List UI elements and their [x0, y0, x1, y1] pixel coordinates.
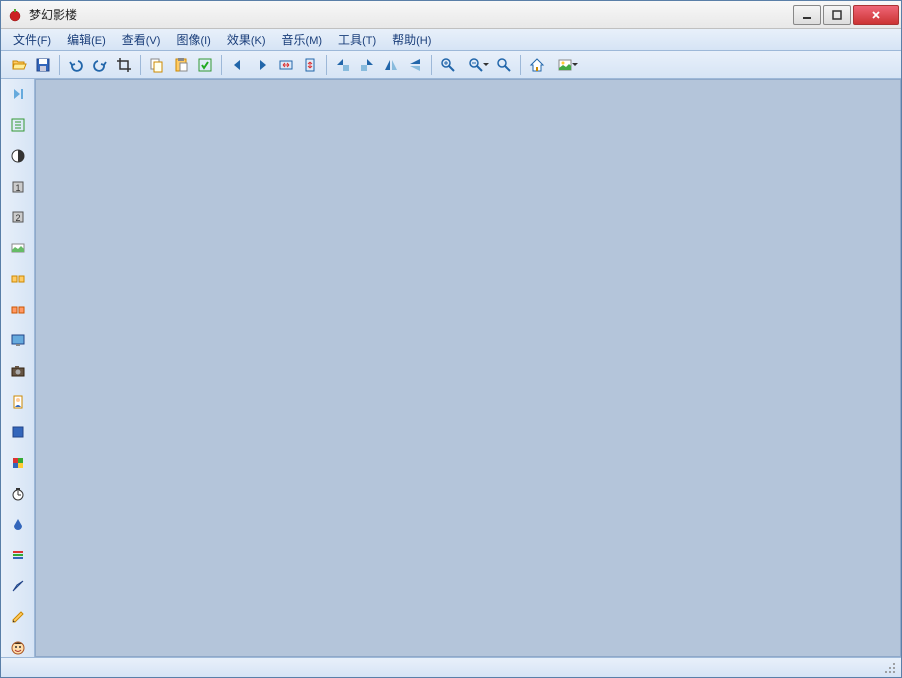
color-a-button[interactable] [8, 423, 28, 442]
forward-end-button[interactable] [8, 85, 28, 104]
color-b-button[interactable] [8, 454, 28, 473]
separator [140, 55, 141, 75]
separator [431, 55, 432, 75]
separator [221, 55, 222, 75]
apply-button[interactable] [194, 54, 216, 76]
hsplit-button[interactable] [8, 269, 28, 288]
menu-effect[interactable]: 效果(K) [219, 29, 274, 50]
canvas-area[interactable] [35, 79, 901, 657]
portrait-button[interactable] [8, 392, 28, 411]
feather-button[interactable] [8, 577, 28, 596]
menu-edit[interactable]: 编辑(E) [59, 29, 114, 50]
fit-width-button[interactable] [275, 54, 297, 76]
adjust-button[interactable] [8, 116, 28, 135]
menu-help[interactable]: 帮助(H) [384, 29, 439, 50]
drop-button[interactable] [8, 515, 28, 534]
rotate-left-button[interactable] [332, 54, 354, 76]
rotate-right-button[interactable] [356, 54, 378, 76]
camera-button[interactable] [8, 362, 28, 381]
open-button[interactable] [8, 54, 30, 76]
redo-button[interactable] [89, 54, 111, 76]
sidebar: 1 2 [1, 79, 35, 657]
menu-music[interactable]: 音乐(M) [274, 29, 331, 50]
separator [326, 55, 327, 75]
separator [520, 55, 521, 75]
workspace: 1 2 [1, 79, 901, 657]
face-button[interactable] [8, 638, 28, 657]
resize-grip-icon[interactable] [883, 661, 897, 675]
fit-height-button[interactable] [299, 54, 321, 76]
maximize-button[interactable] [823, 5, 851, 25]
copy-button[interactable] [146, 54, 168, 76]
timer-button[interactable] [8, 485, 28, 504]
menu-image[interactable]: 图像(I) [168, 29, 218, 50]
pencil-button[interactable] [8, 607, 28, 626]
flip-h-button[interactable] [380, 54, 402, 76]
svg-text:1: 1 [15, 183, 20, 193]
zoom-fit-button[interactable] [493, 54, 515, 76]
crop-button[interactable] [113, 54, 135, 76]
menu-view[interactable]: 查看(V) [114, 29, 169, 50]
menu-tools[interactable]: 工具(T) [330, 29, 384, 50]
minimize-button[interactable] [793, 5, 821, 25]
menu-bar: 文件(F) 编辑(E) 查看(V) 图像(I) 效果(K) 音乐(M) 工具(T… [1, 29, 901, 51]
window-title: 梦幻影楼 [29, 6, 791, 23]
close-button[interactable] [853, 5, 899, 25]
home-button[interactable] [526, 54, 548, 76]
flip-v-button[interactable] [404, 54, 426, 76]
toolbar [1, 51, 901, 79]
zoom-out-button[interactable] [461, 54, 491, 76]
title-bar: 梦幻影楼 [1, 1, 901, 29]
hsplit2-button[interactable] [8, 300, 28, 319]
status-bar [1, 657, 901, 677]
svg-text:2: 2 [15, 213, 20, 223]
separator [59, 55, 60, 75]
lines-button[interactable] [8, 546, 28, 565]
next-button[interactable] [251, 54, 273, 76]
zoom-in-button[interactable] [437, 54, 459, 76]
app-icon [7, 7, 23, 23]
contrast-button[interactable] [8, 146, 28, 165]
image-small-button[interactable] [8, 239, 28, 258]
one-button[interactable]: 1 [8, 177, 28, 196]
two-button[interactable]: 2 [8, 208, 28, 227]
picture-button[interactable] [550, 54, 580, 76]
paste-button[interactable] [170, 54, 192, 76]
screen-button[interactable] [8, 331, 28, 350]
menu-file[interactable]: 文件(F) [5, 29, 59, 50]
prev-button[interactable] [227, 54, 249, 76]
undo-button[interactable] [65, 54, 87, 76]
window-controls [791, 5, 899, 25]
save-button[interactable] [32, 54, 54, 76]
